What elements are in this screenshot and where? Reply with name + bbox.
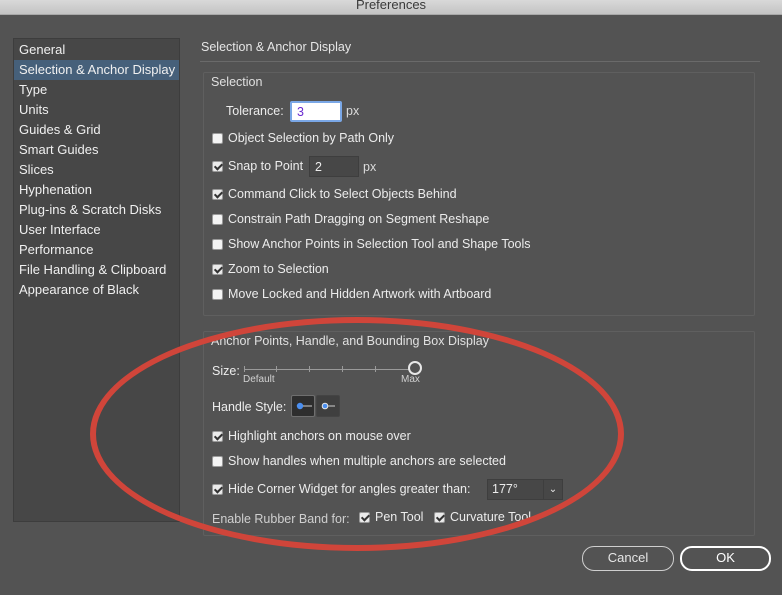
sidebar-item-hyphenation[interactable]: Hyphenation [14, 180, 179, 200]
move-locked-option[interactable]: Move Locked and Hidden Artwork with Artb… [212, 287, 491, 301]
tolerance-input[interactable] [290, 101, 342, 122]
curvature-tool-option[interactable]: Curvature Tool [434, 510, 531, 524]
size-max-label: Max [401, 374, 420, 385]
sidebar-item-general[interactable]: General [14, 40, 179, 60]
object-selection-by-path-option[interactable]: Object Selection by Path Only [212, 131, 394, 145]
snap-to-point-unit: px [363, 160, 377, 174]
sidebar-item-plugins-scratch-disks[interactable]: Plug-ins & Scratch Disks [14, 200, 179, 220]
show-anchor-points-checkbox[interactable] [212, 239, 223, 250]
handle-style-hollow-button[interactable] [316, 395, 340, 417]
size-slider-tick [244, 366, 245, 372]
handle-solid-dot-icon [296, 402, 312, 410]
hide-corner-widget-label: Hide Corner Widget for angles greater th… [228, 482, 471, 496]
pen-tool-label: Pen Tool [375, 510, 424, 524]
zoom-to-selection-label: Zoom to Selection [228, 262, 329, 276]
sidebar-item-slices[interactable]: Slices [14, 160, 179, 180]
size-slider-tick [342, 366, 343, 372]
show-handles-label: Show handles when multiple anchors are s… [228, 454, 506, 468]
hide-corner-widget-checkbox[interactable] [212, 484, 223, 495]
show-anchor-points-option[interactable]: Show Anchor Points in Selection Tool and… [212, 237, 531, 251]
snap-to-point-label: Snap to Point [228, 159, 304, 173]
size-min-label: Default [243, 374, 275, 385]
pen-tool-checkbox[interactable] [359, 512, 370, 523]
corner-angle-value: 177° [492, 482, 518, 496]
page-title: Selection & Anchor Display [201, 40, 352, 54]
command-click-checkbox[interactable] [212, 189, 223, 200]
sidebar-item-performance[interactable]: Performance [14, 240, 179, 260]
selection-group-title: Selection [211, 75, 263, 89]
constrain-path-label: Constrain Path Dragging on Segment Resha… [228, 212, 490, 226]
chevron-down-icon[interactable]: ⌄ [543, 480, 562, 499]
handle-style-solid-button[interactable] [291, 395, 315, 417]
sidebar-item-appearance-of-black[interactable]: Appearance of Black [14, 280, 179, 300]
hide-corner-widget-option[interactable]: Hide Corner Widget for angles greater th… [212, 482, 471, 496]
object-selection-by-path-checkbox[interactable] [212, 133, 223, 144]
corner-angle-dropdown[interactable]: 177° ⌄ [487, 479, 563, 500]
pen-tool-option[interactable]: Pen Tool [359, 510, 423, 524]
command-click-label: Command Click to Select Objects Behind [228, 187, 457, 201]
highlight-anchors-checkbox[interactable] [212, 431, 223, 442]
sidebar-item-smart-guides[interactable]: Smart Guides [14, 140, 179, 160]
anchor-display-group-title: Anchor Points, Handle, and Bounding Box … [211, 334, 489, 348]
zoom-to-selection-option[interactable]: Zoom to Selection [212, 262, 329, 276]
ok-button[interactable]: OK [680, 546, 771, 571]
preferences-sidebar: General Selection & Anchor Display Type … [13, 38, 180, 522]
snap-to-point-input[interactable] [309, 156, 359, 177]
rubber-band-label: Enable Rubber Band for: [212, 512, 350, 526]
title-bar: Preferences [0, 0, 782, 15]
constrain-path-checkbox[interactable] [212, 214, 223, 225]
handle-style-label: Handle Style: [212, 400, 287, 414]
sidebar-item-units[interactable]: Units [14, 100, 179, 120]
snap-to-point-checkbox[interactable] [212, 161, 223, 172]
size-slider-tick [309, 366, 310, 372]
show-handles-option[interactable]: Show handles when multiple anchors are s… [212, 454, 506, 468]
sidebar-item-guides-grid[interactable]: Guides & Grid [14, 120, 179, 140]
size-slider-tick [375, 366, 376, 372]
highlight-anchors-option[interactable]: Highlight anchors on mouse over [212, 429, 411, 443]
cancel-button[interactable]: Cancel [582, 546, 674, 571]
sidebar-item-file-handling-clipboard[interactable]: File Handling & Clipboard [14, 260, 179, 280]
size-slider-tick [276, 366, 277, 372]
move-locked-label: Move Locked and Hidden Artwork with Artb… [228, 287, 492, 301]
size-slider-track[interactable] [244, 369, 414, 370]
size-label: Size: [212, 364, 240, 378]
sidebar-item-selection-anchor-display[interactable]: Selection & Anchor Display [14, 60, 179, 80]
command-click-option[interactable]: Command Click to Select Objects Behind [212, 187, 457, 201]
show-anchor-points-label: Show Anchor Points in Selection Tool and… [228, 237, 531, 251]
handle-hollow-dot-icon [321, 402, 335, 410]
sidebar-item-user-interface[interactable]: User Interface [14, 220, 179, 240]
show-handles-checkbox[interactable] [212, 456, 223, 467]
zoom-to-selection-checkbox[interactable] [212, 264, 223, 275]
move-locked-checkbox[interactable] [212, 289, 223, 300]
object-selection-by-path-label: Object Selection by Path Only [228, 131, 395, 145]
size-slider-knob[interactable] [408, 361, 422, 375]
snap-to-point-option[interactable]: Snap to Point [212, 159, 303, 173]
curvature-tool-checkbox[interactable] [434, 512, 445, 523]
tolerance-label: Tolerance: [226, 104, 284, 118]
tolerance-unit: px [346, 104, 360, 118]
section-divider [200, 61, 760, 62]
highlight-anchors-label: Highlight anchors on mouse over [228, 429, 411, 443]
constrain-path-option[interactable]: Constrain Path Dragging on Segment Resha… [212, 212, 489, 226]
window-title: Preferences [355, 0, 427, 12]
curvature-tool-label: Curvature Tool [450, 510, 532, 524]
sidebar-item-type[interactable]: Type [14, 80, 179, 100]
